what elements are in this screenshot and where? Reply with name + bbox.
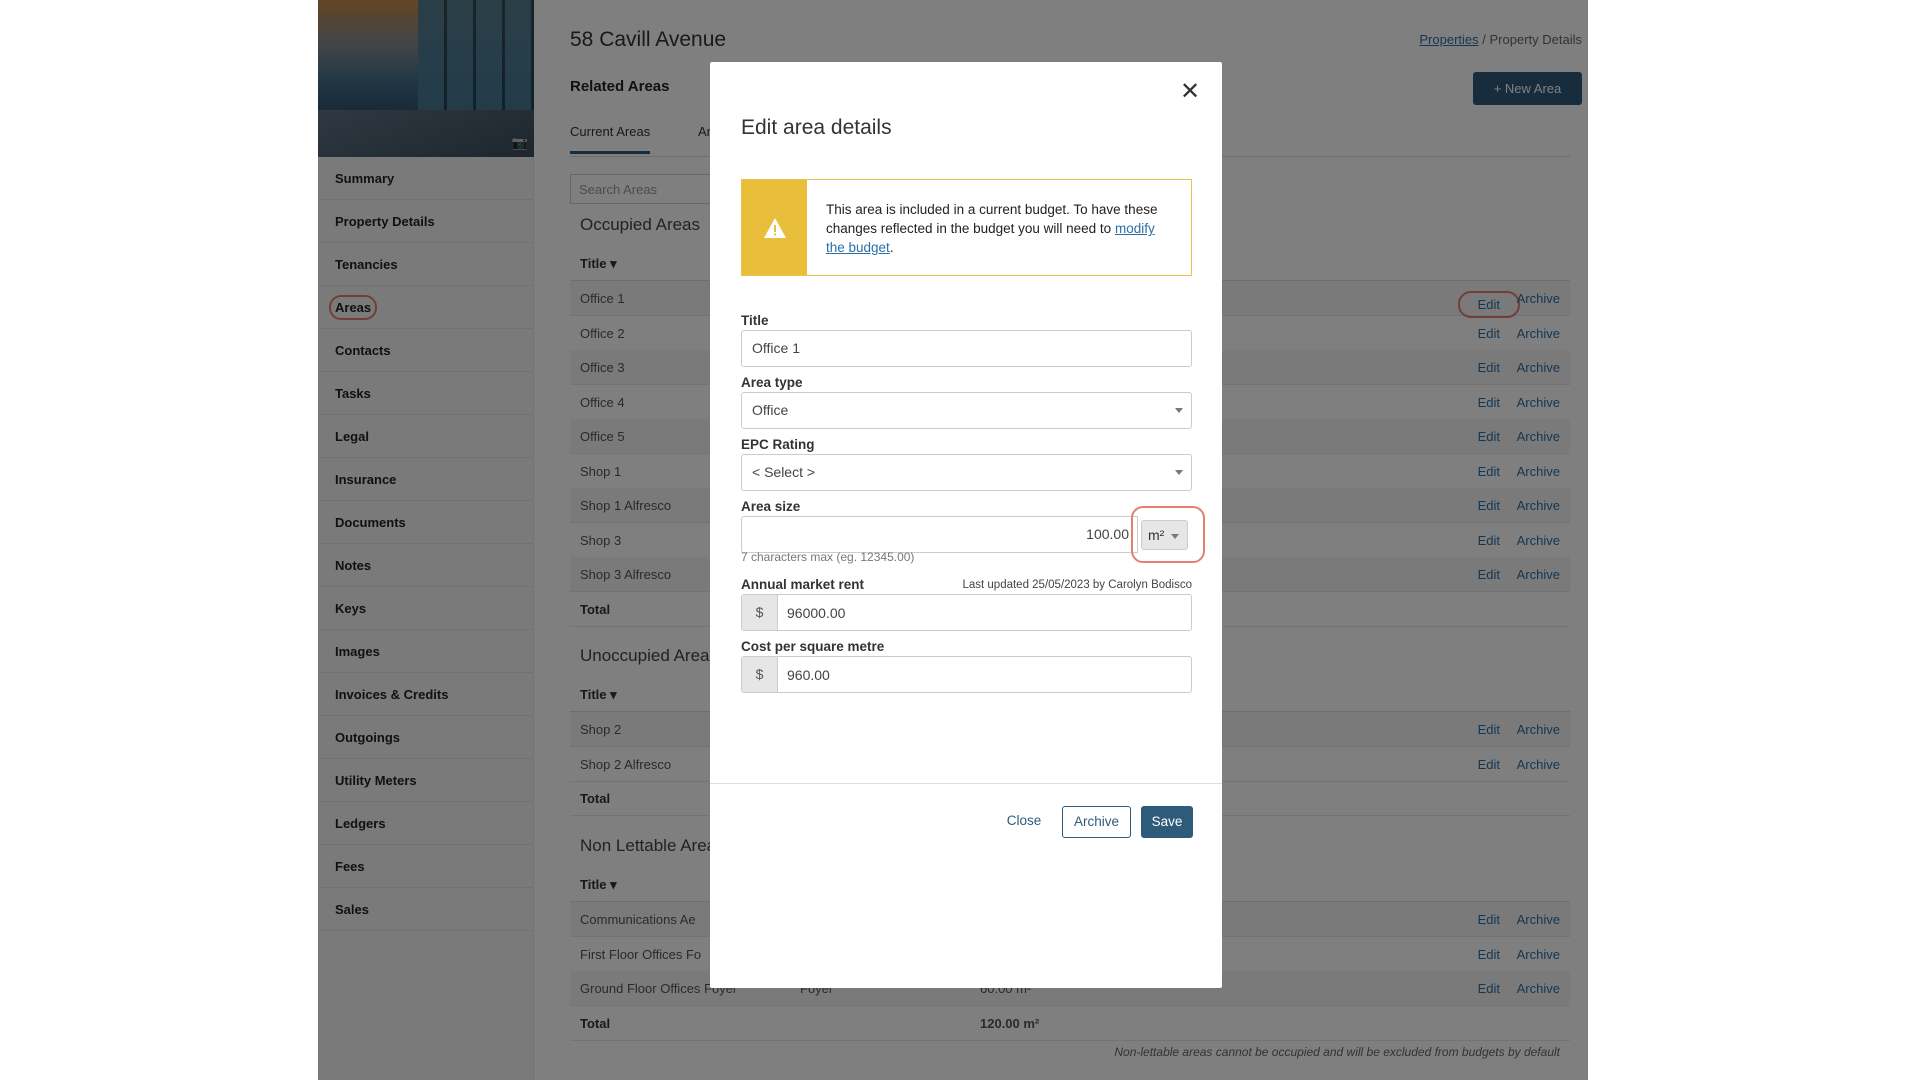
- rent-label: Annual market rent: [741, 577, 865, 592]
- area-size-hint: 7 characters max (eg. 12345.00): [741, 550, 915, 564]
- epc-rating-select[interactable]: < Select >: [741, 454, 1192, 491]
- cost-label: Cost per square metre: [741, 639, 885, 654]
- title-label: Title: [741, 313, 769, 328]
- alert-end: .: [889, 240, 894, 255]
- epc-value: < Select >: [752, 464, 816, 480]
- area-type-label: Area type: [741, 375, 803, 390]
- chevron-down-icon: [1175, 470, 1183, 475]
- currency-addon: $: [742, 595, 778, 630]
- alert-text: This area is included in a current budge…: [826, 200, 1176, 257]
- warning-icon: [742, 180, 807, 275]
- currency-addon: $: [742, 657, 778, 692]
- modal-footer-divider: [710, 783, 1222, 784]
- cost-per-sqm-value: 960.00: [787, 667, 830, 683]
- edit-area-modal: ✕ Edit area details This area is include…: [710, 62, 1222, 988]
- area-size-input[interactable]: 100.00: [741, 516, 1138, 553]
- alert-message: This area is included in a current budge…: [826, 202, 1158, 236]
- area-size-label: Area size: [741, 499, 801, 514]
- title-field[interactable]: Office 1: [741, 330, 1192, 367]
- close-button[interactable]: Close: [1004, 806, 1044, 838]
- rent-updated: Last updated 25/05/2023 by Carolyn Bodis…: [962, 579, 1192, 591]
- annual-rent-value: 96000.00: [787, 605, 846, 621]
- area-type-value: Office: [752, 402, 789, 418]
- budget-alert: This area is included in a current budge…: [741, 179, 1192, 276]
- annual-rent-field[interactable]: $ 96000.00: [741, 594, 1192, 631]
- chevron-down-icon: [1175, 408, 1183, 413]
- modal-title: Edit area details: [741, 116, 892, 139]
- archive-button[interactable]: Archive: [1062, 806, 1131, 838]
- epc-label: EPC Rating: [741, 437, 815, 452]
- save-button[interactable]: Save: [1141, 806, 1193, 838]
- cost-per-sqm-field[interactable]: $ 960.00: [741, 656, 1192, 693]
- close-icon[interactable]: ✕: [1178, 80, 1202, 104]
- unit-highlight: [1131, 506, 1205, 563]
- area-type-select[interactable]: Office: [741, 392, 1192, 429]
